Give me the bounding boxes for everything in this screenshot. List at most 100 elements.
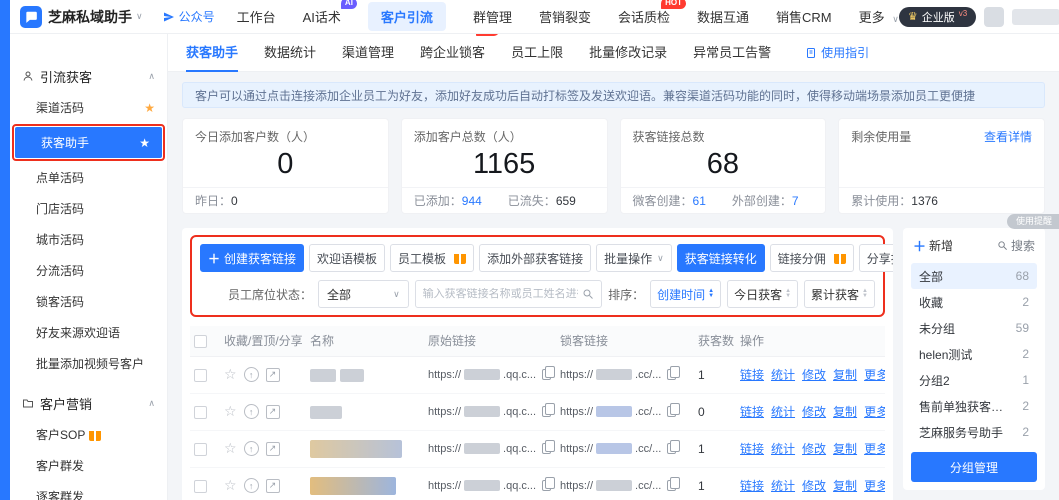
copy-icon[interactable] [542,369,551,380]
sidebar-item-customer-mass-send[interactable]: 客户群发 [10,450,167,481]
welcome-template-button[interactable]: 欢迎语模板 [309,244,385,272]
action-link[interactable]: 链接 [740,405,764,419]
chevron-down-icon[interactable]: ∨ [136,11,143,22]
sort-total-acquired[interactable]: 累计获客 ▲▼ [804,280,875,308]
usage-reminder-tag[interactable]: 使用提醒 [1007,214,1059,229]
action-copy[interactable]: 复制 [833,368,857,382]
pin-top-icon[interactable]: ↑ [244,478,259,493]
tab-acquisition-assistant[interactable]: 获客助手 [186,34,238,72]
tab-abnormal-staff-alert[interactable]: 异常员工告警 [693,34,771,72]
action-more[interactable]: 更多 [864,368,885,382]
link-conversion-button[interactable]: 获客链接转化 [677,244,765,272]
pin-top-icon[interactable]: ↑ [244,367,259,382]
action-edit[interactable]: 修改 [802,368,826,382]
copy-icon[interactable] [542,406,551,417]
action-link[interactable]: 链接 [740,442,764,456]
favorite-star-icon[interactable]: ☆ [224,477,237,494]
sidebar-item-split-qr[interactable]: 分流活码 [10,255,167,286]
group-item-service-assistant[interactable]: 芝麻服务号助手2 [911,419,1037,445]
nav-item-chat-inspection[interactable]: 会话质检 HOT [618,7,670,26]
tab-staff-limit[interactable]: 员工上限 [511,34,563,72]
seat-status-select[interactable]: 全部 ∨ [318,280,409,308]
action-statistics[interactable]: 统计 [771,368,795,382]
view-details-link[interactable]: 查看详情 [984,128,1032,145]
sidebar-item-order-qr[interactable]: 点单活码 [10,162,167,193]
share-metrics-button[interactable]: 分享指标 [859,244,893,272]
nav-item-marketing-fission[interactable]: 营销裂变 [539,7,591,26]
nav-item-data-interop[interactable]: 数据互通 [697,7,749,26]
link-commission-button[interactable]: 链接分佣 [770,244,854,272]
select-all-checkbox[interactable] [194,335,207,348]
batch-operation-button[interactable]: 批量操作∨ [596,244,672,272]
action-statistics[interactable]: 统计 [771,405,795,419]
sidebar-section-acquisition[interactable]: 引流获客 ∧ [10,60,167,92]
action-edit[interactable]: 修改 [802,442,826,456]
copy-icon[interactable] [542,480,551,491]
group-item-all[interactable]: 全部68 [911,263,1037,289]
official-account-link[interactable]: 公众号 [163,8,215,25]
sidebar-item-batch-add-video-customers[interactable]: 批量添加视频号客户 [10,348,167,379]
sidebar-section-marketing[interactable]: 客户营销 ∧ [10,387,167,419]
action-copy[interactable]: 复制 [833,479,857,493]
favorite-star-icon[interactable]: ☆ [224,403,237,420]
sidebar-item-customer-sop[interactable]: 客户SOP [10,419,167,450]
nav-item-customer-acquisition[interactable]: 客户引流 [368,2,446,31]
add-external-link-button[interactable]: 添加外部获客链接 [479,244,591,272]
action-more[interactable]: 更多 [864,442,885,456]
row-checkbox[interactable] [194,443,207,456]
nav-item-more[interactable]: 更多 ∨ [859,7,899,26]
group-item-favorites[interactable]: 收藏2 [911,289,1037,315]
action-copy[interactable]: 复制 [833,442,857,456]
action-more[interactable]: 更多 [864,405,885,419]
tab-cross-enterprise-lock[interactable]: 跨企业锁客 new [420,34,485,72]
copy-icon[interactable] [667,406,676,417]
edition-badge[interactable]: ♛ 企业版 v3 [899,7,976,27]
action-more[interactable]: 更多 [864,479,885,493]
sidebar-item-chase-mass-send[interactable]: 逐客群发 [10,481,167,500]
action-link[interactable]: 链接 [740,368,764,382]
favorite-star-icon[interactable]: ☆ [224,366,237,383]
copy-icon[interactable] [667,443,676,454]
user-avatar[interactable] [984,7,1004,27]
tab-data-statistics[interactable]: 数据统计 [264,34,316,72]
row-checkbox[interactable] [194,480,207,493]
group-search-button[interactable]: 搜索 [997,237,1035,254]
action-link[interactable]: 链接 [740,479,764,493]
sidebar-item-store-qr[interactable]: 门店活码 [10,193,167,224]
copy-icon[interactable] [542,443,551,454]
copy-icon[interactable] [667,369,676,380]
usage-guide-link[interactable]: 使用指引 [805,44,869,61]
nav-item-workbench[interactable]: 工作台 [237,7,276,26]
pin-top-icon[interactable]: ↑ [244,441,259,456]
row-checkbox[interactable] [194,406,207,419]
tab-batch-modify-records[interactable]: 批量修改记录 [589,34,667,72]
action-copy[interactable]: 复制 [833,405,857,419]
share-icon[interactable]: ↗ [266,442,280,456]
sidebar-item-lock-qr[interactable]: 锁客活码 [10,286,167,317]
group-manage-button[interactable]: 分组管理 [911,452,1037,482]
row-checkbox[interactable] [194,369,207,382]
action-statistics[interactable]: 统计 [771,442,795,456]
sort-today-acquired[interactable]: 今日获客 ▲▼ [727,280,798,308]
sidebar-item-acquisition-assistant[interactable]: 获客助手 ★ [15,127,162,158]
pin-top-icon[interactable]: ↑ [244,404,259,419]
staff-template-button[interactable]: 员工模板 [390,244,474,272]
star-icon[interactable]: ★ [139,136,150,150]
action-edit[interactable]: 修改 [802,405,826,419]
sort-create-time[interactable]: 创建时间 ▲▼ [650,280,721,308]
action-edit[interactable]: 修改 [802,479,826,493]
favorite-star-icon[interactable]: ☆ [224,440,237,457]
star-icon[interactable]: ★ [144,101,155,115]
share-icon[interactable]: ↗ [266,405,280,419]
sidebar-item-city-qr[interactable]: 城市活码 [10,224,167,255]
search-input[interactable] [423,288,578,300]
sidebar-item-friend-source-welcome[interactable]: 好友来源欢迎语 [10,317,167,348]
group-item-ungrouped[interactable]: 未分组59 [911,315,1037,341]
copy-icon[interactable] [667,480,676,491]
create-acquisition-link-button[interactable]: ＋创建获客链接 [200,244,304,272]
share-icon[interactable]: ↗ [266,479,280,493]
nav-item-group-management[interactable]: 群管理 [473,7,512,26]
search-icon[interactable] [582,288,594,300]
action-statistics[interactable]: 统计 [771,479,795,493]
share-icon[interactable]: ↗ [266,368,280,382]
